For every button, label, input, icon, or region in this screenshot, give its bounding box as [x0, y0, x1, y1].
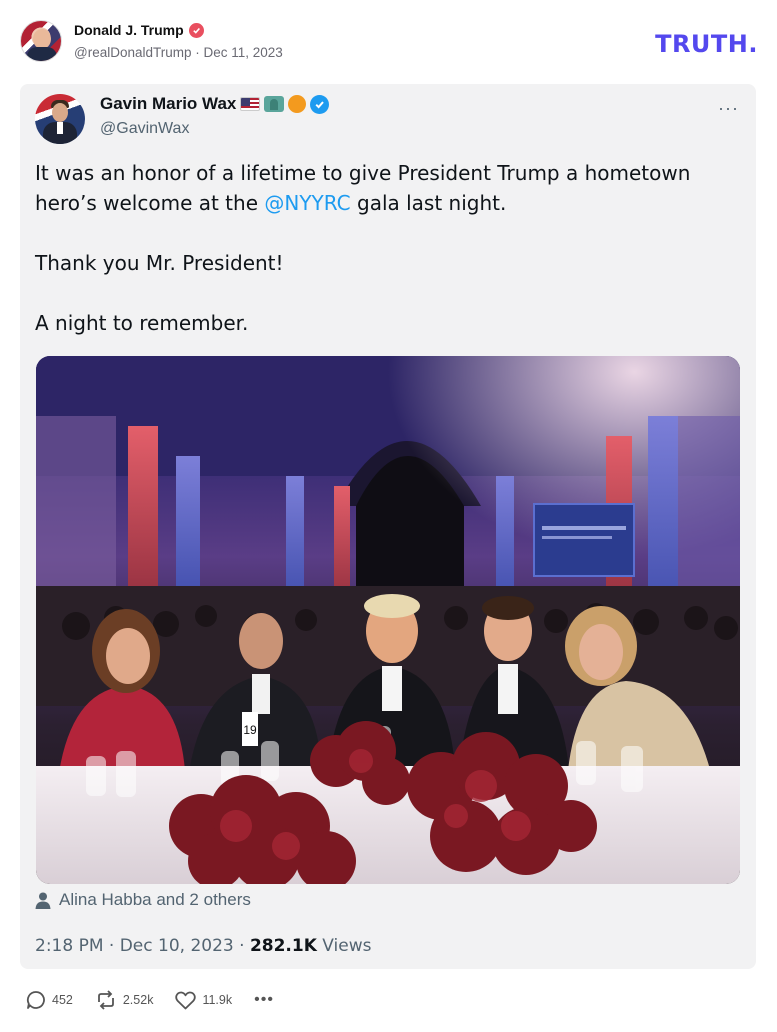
author-handle-date: @realDonaldTrump · Dec 11, 2023 [74, 45, 283, 60]
tweet-author-avatar[interactable] [35, 94, 85, 144]
retruth-icon [97, 990, 114, 1010]
post-date[interactable]: Dec 11, 2023 [204, 45, 283, 60]
author-handle[interactable]: @realDonaldTrump [74, 45, 192, 60]
retruth-count: 2.52k [122, 993, 154, 1007]
comment-icon [26, 991, 45, 1009]
verified-check-icon [188, 22, 204, 38]
author-name[interactable]: Donald J. Trump [74, 22, 184, 38]
author-avatar[interactable] [20, 20, 62, 62]
tagged-people-label: Alina Habba and 2 others [59, 890, 251, 909]
tweet-author-name[interactable]: Gavin Mario Wax [100, 94, 236, 114]
action-bar: 452 2.52k 11.9k ••• [26, 990, 274, 1010]
tweet-paragraph-1: It was an honor of a lifetime to give Pr… [35, 161, 691, 215]
statue-of-liberty-icon [264, 96, 285, 112]
gala-photo-illustration: 19 [36, 356, 740, 884]
tweet-timestamp[interactable]: 2:18 PM · Dec 10, 2023 · [35, 936, 250, 956]
heart-icon [175, 991, 197, 1009]
reply-button[interactable]: 452 [26, 990, 73, 1010]
retruth-button[interactable]: 2.52k [95, 990, 154, 1010]
tweet-photo[interactable]: 19 [36, 356, 740, 884]
like-count: 11.9k [202, 993, 233, 1007]
more-actions-button[interactable]: ••• [254, 991, 274, 1009]
tweet-author-name-row[interactable]: Gavin Mario Wax [100, 94, 330, 114]
us-flag-icon [240, 97, 261, 111]
more-options-icon[interactable]: ··· [718, 98, 739, 119]
tweet-paragraph-3: A night to remember. [35, 311, 249, 335]
like-button[interactable]: 11.9k [175, 991, 232, 1010]
tweet-paragraph-2: Thank you Mr. President! [35, 251, 284, 275]
truth-logo[interactable]: TRUTH. [655, 30, 758, 58]
reply-count: 452 [52, 993, 73, 1007]
tweet-author-handle[interactable]: @GavinWax [100, 120, 189, 138]
verified-check-icon [310, 94, 330, 114]
person-icon [35, 892, 51, 909]
mention-link[interactable]: @NYYRC [264, 191, 350, 215]
embedded-tweet-card[interactable]: Gavin Mario Wax @GavinWax ··· It was an … [20, 84, 756, 969]
author-name-row[interactable]: Donald J. Trump [74, 22, 204, 38]
views-label: Views [316, 936, 372, 956]
views-count: 282.1K [249, 936, 317, 956]
table-number: 19 [243, 723, 257, 737]
tweet-meta: 2:18 PM · Dec 10, 2023 · 282.1K Views [35, 936, 372, 956]
post-header: Donald J. Trump @realDonaldTrump · Dec 1… [20, 18, 760, 68]
orange-icon [288, 95, 307, 113]
tweet-text: It was an honor of a lifetime to give Pr… [35, 158, 745, 368]
tagged-people[interactable]: Alina Habba and 2 others [35, 890, 251, 910]
